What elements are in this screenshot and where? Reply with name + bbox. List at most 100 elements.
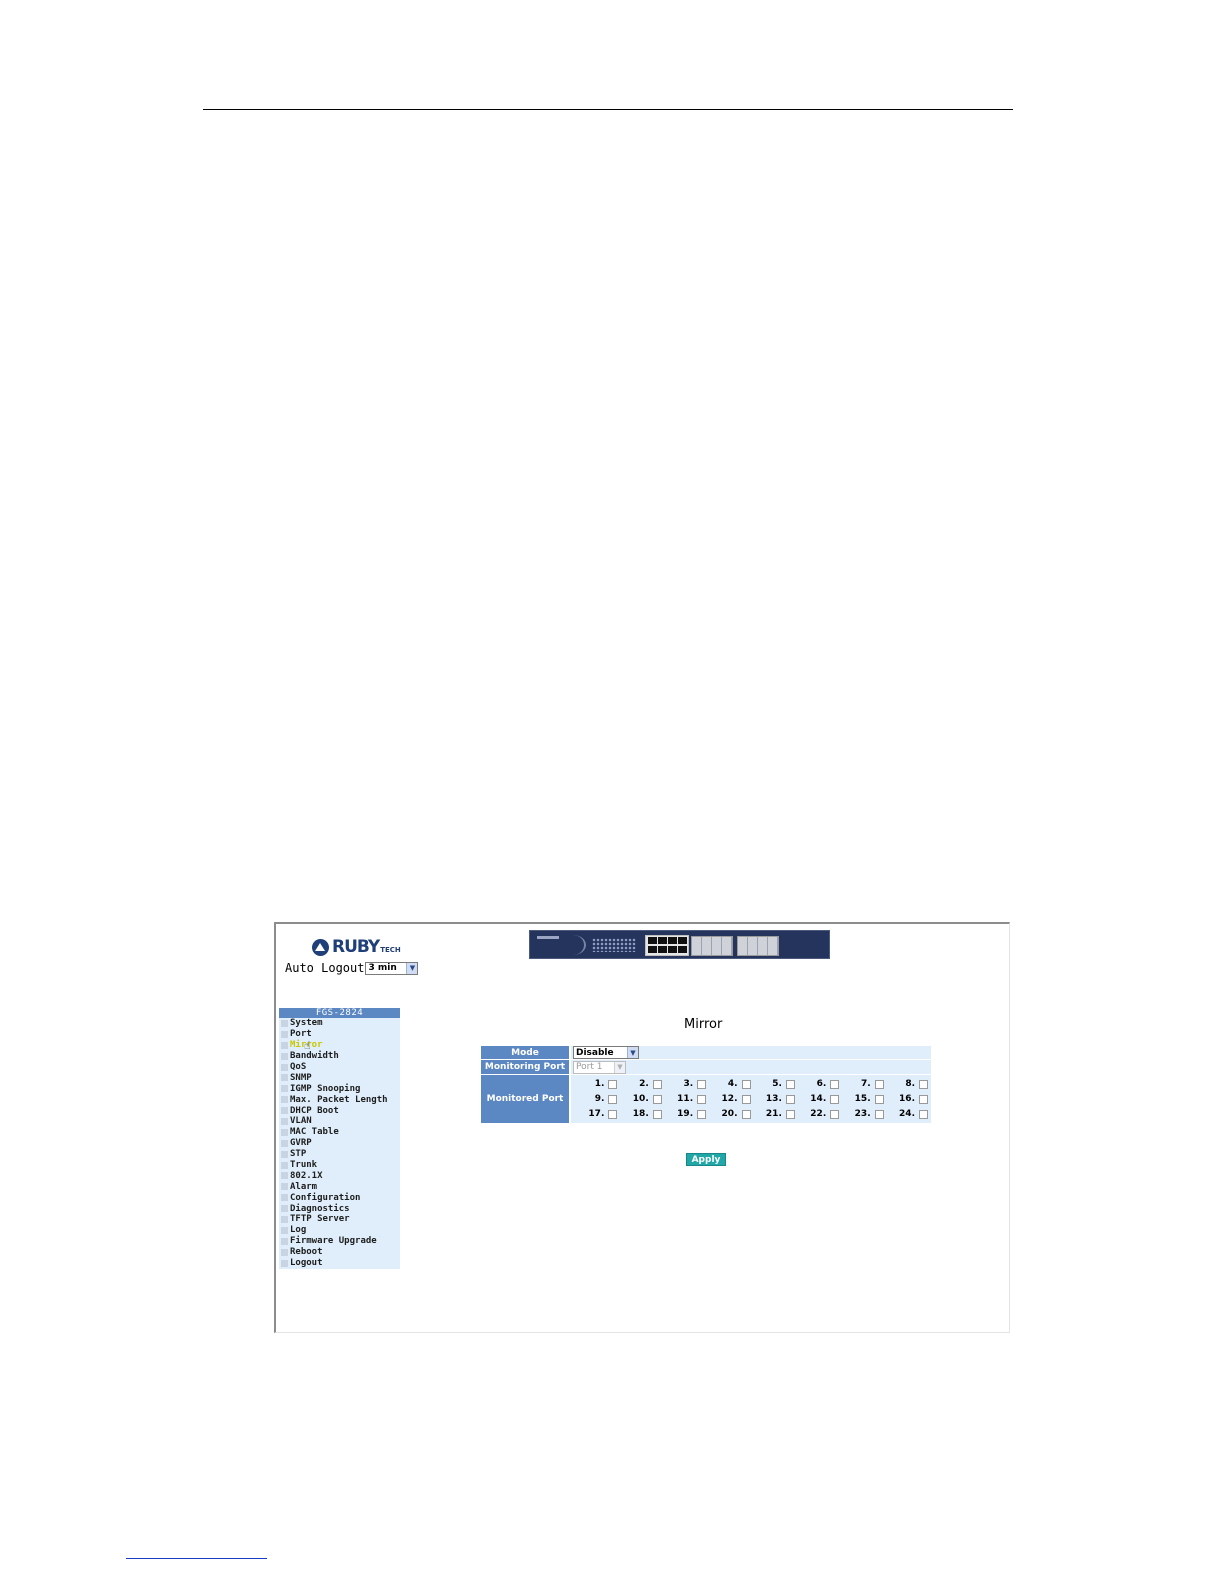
monitored-port-cell: 19. [662, 1108, 707, 1121]
port-checkbox[interactable] [697, 1109, 707, 1119]
sidebar-item-bandwidth[interactable]: Bandwidth [279, 1051, 400, 1062]
sidebar-item-label: Log [290, 1225, 307, 1236]
menu-bullet-icon [281, 1248, 288, 1256]
sidebar-item-mac-table[interactable]: MAC Table [279, 1127, 400, 1138]
monitoring-port-value: Port 1 [576, 1062, 603, 1072]
port-checkbox[interactable] [785, 1109, 795, 1119]
menu-bullet-icon [281, 1259, 288, 1267]
menu-bullet-icon [281, 1128, 288, 1136]
port-checkbox[interactable] [919, 1109, 928, 1119]
port-number-label: 22. [810, 1109, 827, 1119]
port-checkbox[interactable] [830, 1079, 840, 1089]
sidebar-item-diagnostics[interactable]: Diagnostics [279, 1203, 400, 1214]
mode-select[interactable]: Disable ▼ [573, 1046, 639, 1059]
sidebar-item-label: MAC Table [290, 1127, 339, 1138]
port-checkbox[interactable] [919, 1079, 928, 1089]
logo-subtext: TECH [380, 946, 401, 954]
sidebar-item-gvrp[interactable]: GVRP [279, 1138, 400, 1149]
port-checkbox[interactable] [652, 1094, 662, 1104]
menu-bullet-icon [281, 1019, 288, 1027]
sidebar-item-label: Configuration [290, 1192, 361, 1203]
sidebar-item-trunk[interactable]: Trunk [279, 1160, 400, 1171]
sidebar-item-dhcp-boot[interactable]: DHCP Boot [279, 1105, 400, 1116]
sidebar-item-firmware-upgrade[interactable]: Firmware Upgrade [279, 1236, 400, 1247]
sidebar-item-port[interactable]: Port [279, 1029, 400, 1040]
port-checkbox[interactable] [830, 1094, 840, 1104]
monitored-port-cell: 15. [839, 1093, 884, 1106]
sidebar-item-qos[interactable]: QoS [279, 1062, 400, 1073]
sidebar-item-label: 802.1X [290, 1170, 323, 1181]
sidebar-item-igmp-snooping[interactable]: IGMP Snooping [279, 1083, 400, 1094]
port-number-label: 8. [905, 1079, 915, 1089]
sidebar-menu-list: System Port Mirror ☝ Bandwidth QoS SNMP IGMP Sn… [279, 1018, 400, 1268]
sidebar-item-label: Diagnostics [290, 1203, 350, 1214]
menu-bullet-icon [281, 1183, 288, 1191]
port-checkbox[interactable] [785, 1079, 795, 1089]
port-checkbox[interactable] [874, 1094, 884, 1104]
menu-bullet-icon [281, 1172, 288, 1180]
port-checkbox[interactable] [741, 1094, 751, 1104]
sidebar-item-log[interactable]: Log [279, 1225, 400, 1236]
sidebar-item-stp[interactable]: STP [279, 1149, 400, 1160]
port-checkbox[interactable] [652, 1079, 662, 1089]
apply-button[interactable]: Apply [686, 1153, 726, 1166]
monitored-port-cell: 14. [795, 1093, 840, 1106]
sidebar-item-max-packet-length[interactable]: Max. Packet Length [279, 1094, 400, 1105]
sidebar-item-label: Alarm [290, 1181, 318, 1192]
auto-logout-select[interactable]: 3 min ▼ [365, 961, 419, 975]
sidebar-item-snmp[interactable]: SNMP [279, 1072, 400, 1083]
menu-bullet-icon [281, 1205, 288, 1213]
panel-model-plate [537, 936, 559, 939]
port-number-label: 18. [632, 1109, 649, 1119]
sidebar-item-label: Port [290, 1029, 312, 1040]
sidebar-item-802-1x[interactable]: 802.1X [279, 1170, 400, 1181]
port-checkbox[interactable] [652, 1109, 662, 1119]
mode-row: Mode Disable ▼ [481, 1046, 931, 1059]
port-checkbox[interactable] [919, 1094, 928, 1104]
menu-bullet-icon [281, 1215, 288, 1223]
page-title: Mirror [684, 1017, 723, 1032]
port-number-label: 11. [677, 1094, 694, 1104]
monitoring-port-row: Monitoring Port Port 1 ▼ [481, 1060, 931, 1074]
sidebar-item-configuration[interactable]: Configuration [279, 1192, 400, 1203]
menu-bullet-icon [281, 1117, 288, 1125]
port-checkbox[interactable] [874, 1079, 884, 1089]
page-header-rule [203, 109, 1013, 110]
monitored-ports-grid: 1. 2. 3. 4. 5. 6. 7. 8. 9. 10. 11. 12. 13. 14. 15. 16. 1… [573, 1076, 931, 1123]
sidebar-item-mirror[interactable]: Mirror ☝ [279, 1040, 400, 1051]
menu-bullet-icon [281, 1041, 288, 1049]
sidebar-item-system[interactable]: System [279, 1018, 400, 1029]
port-checkbox[interactable] [830, 1109, 840, 1119]
monitoring-port-select[interactable]: Port 1 ▼ [573, 1060, 626, 1074]
port-checkbox[interactable] [741, 1079, 751, 1089]
port-checkbox[interactable] [874, 1109, 884, 1119]
sidebar-item-label: TFTP Server [290, 1214, 350, 1225]
sidebar-item-alarm[interactable]: Alarm [279, 1181, 400, 1192]
menu-bullet-icon [281, 1139, 288, 1147]
port-number-label: 9. [594, 1094, 605, 1104]
mirror-settings-table: Mode Disable ▼ Monitoring Port Port 1 ▼ … [481, 1046, 931, 1124]
monitored-port-row: Monitored Port 1. 2. 3. 4. 5. 6. 7. 8. 9. 10. 11. 1… [481, 1075, 931, 1123]
port-checkbox[interactable] [785, 1094, 795, 1104]
port-checkbox[interactable] [608, 1079, 618, 1089]
monitored-port-cell: 6. [795, 1078, 840, 1091]
port-checkbox[interactable] [608, 1109, 618, 1119]
ruby-tech-logo: RUBY TECH [312, 937, 401, 957]
sidebar-item-reboot[interactable]: Reboot [279, 1247, 400, 1258]
port-number-label: 10. [632, 1094, 649, 1104]
sidebar-item-logout[interactable]: Logout [279, 1258, 400, 1269]
sidebar-item-label: IGMP Snooping [290, 1083, 361, 1094]
sidebar-item-tftp-server[interactable]: TFTP Server [279, 1214, 400, 1225]
port-number-label: 5. [772, 1079, 782, 1089]
port-checkbox[interactable] [697, 1079, 707, 1089]
sidebar-item-label: Max. Packet Length [290, 1094, 388, 1105]
port-number-label: 16. [899, 1094, 915, 1104]
port-checkbox[interactable] [741, 1109, 751, 1119]
port-checkbox[interactable] [697, 1094, 707, 1104]
sidebar-item-label: Trunk [290, 1160, 318, 1171]
menu-bullet-icon [281, 1085, 288, 1093]
mode-value: Disable [576, 1047, 614, 1058]
port-checkbox[interactable] [608, 1094, 618, 1104]
sidebar-item-vlan[interactable]: VLAN [279, 1116, 400, 1127]
port-number-label: 23. [854, 1109, 871, 1119]
